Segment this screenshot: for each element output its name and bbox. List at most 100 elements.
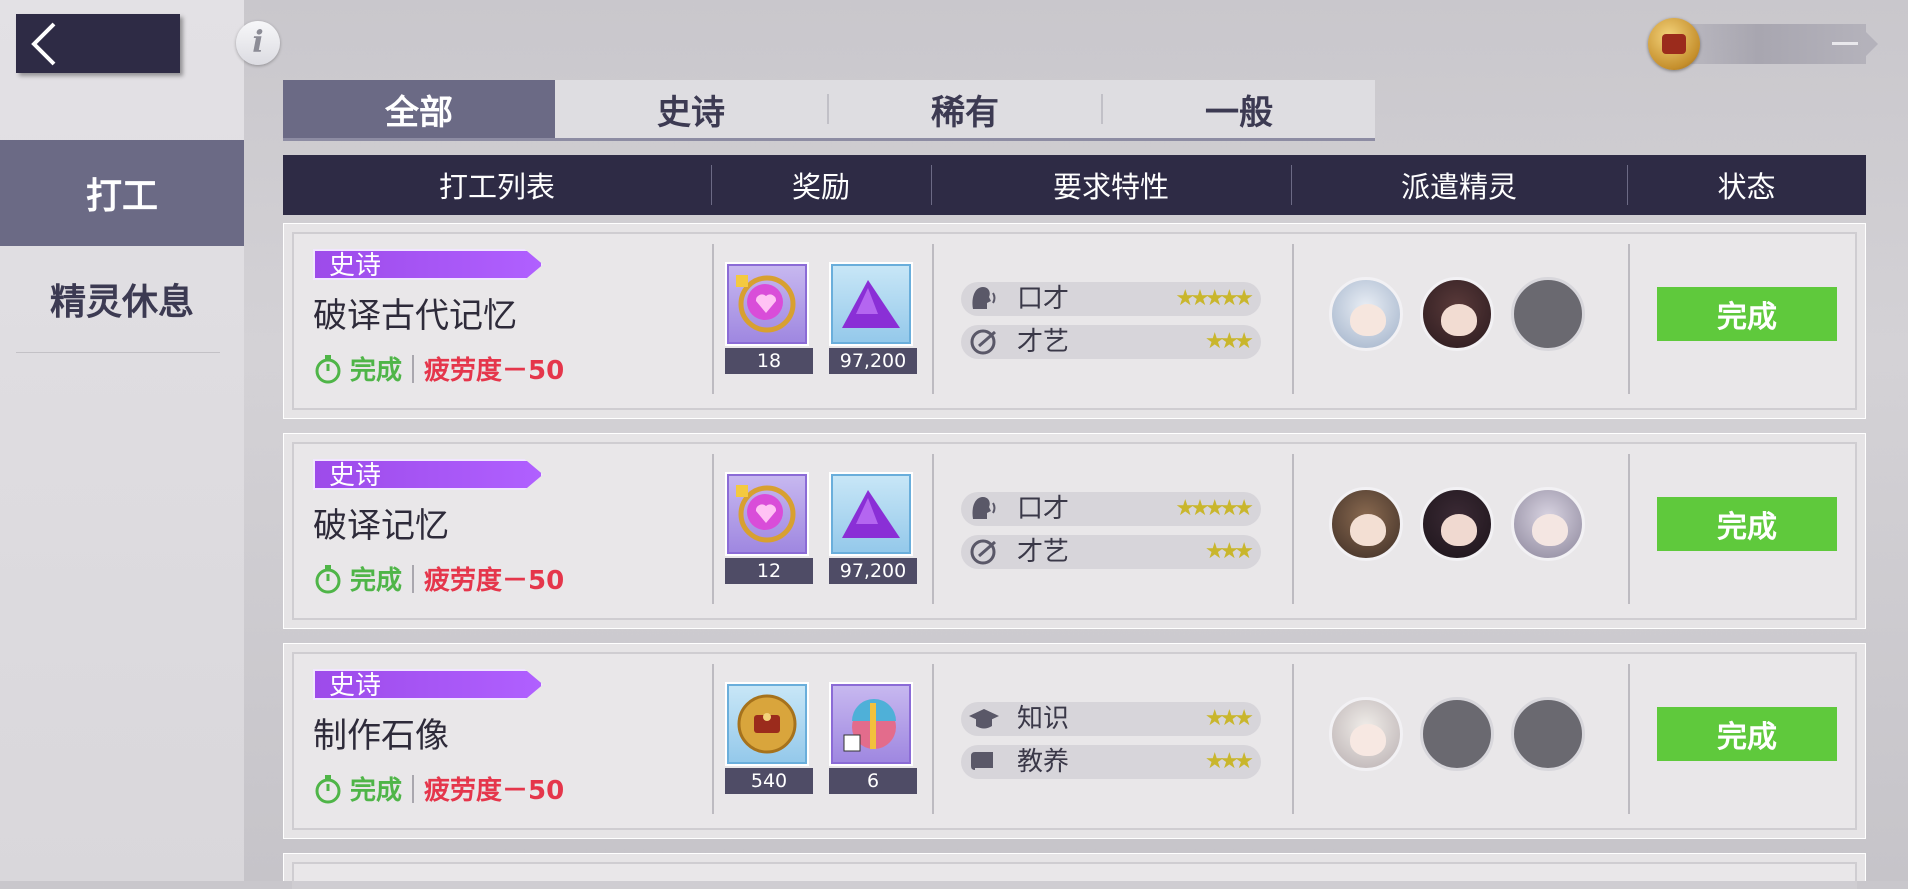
reward-qty: 97,200 xyxy=(829,558,917,584)
spirit-avatar[interactable] xyxy=(1329,277,1403,351)
complete-button[interactable]: 完成 xyxy=(1657,707,1837,761)
header-work-list: 打工列表 xyxy=(438,170,555,204)
back-button[interactable] xyxy=(16,14,180,73)
reward-qty: 97,200 xyxy=(829,348,917,374)
column-separator xyxy=(1628,664,1630,814)
reward-qty: 18 xyxy=(725,348,813,374)
column-separator xyxy=(932,664,934,814)
reward-qty: 540 xyxy=(725,768,813,794)
gold-coin-icon xyxy=(725,682,809,766)
divider xyxy=(412,354,415,383)
reward-item[interactable]: 540 xyxy=(725,682,813,794)
trait-name: 才艺 xyxy=(1017,537,1070,567)
speaking-head-icon xyxy=(972,497,996,519)
spirit-avatar[interactable] xyxy=(1329,487,1403,561)
palette-icon xyxy=(970,539,996,565)
reward-item[interactable]: 6 xyxy=(829,682,917,794)
minus-icon[interactable] xyxy=(1832,42,1858,45)
sidebar-item-work[interactable]: 打工 xyxy=(0,140,244,246)
trait-requirement: 知识 ★★★ xyxy=(961,702,1261,736)
sidebar-item-rest[interactable]: 精灵休息 xyxy=(0,246,244,352)
complete-text: 完成 xyxy=(350,776,403,806)
spirit-avatar[interactable] xyxy=(1420,487,1494,561)
column-separator xyxy=(1292,244,1294,394)
rarity-tabs: 全部 史诗 稀有 一般 xyxy=(283,80,1375,141)
column-separator xyxy=(1628,454,1630,604)
trait-stars: ★★★★★ xyxy=(1175,286,1254,311)
info-icon[interactable]: i xyxy=(236,21,280,65)
trait-stars: ★★★ xyxy=(1204,539,1254,564)
spirit-avatar[interactable] xyxy=(1511,487,1585,561)
heart-compass-icon xyxy=(725,472,809,556)
trait-stars: ★★★★★ xyxy=(1175,496,1254,521)
timer-icon xyxy=(315,354,341,383)
fatigue-cost: 疲劳度－50 xyxy=(424,776,565,806)
trait-requirement: 口才 ★★★★★ xyxy=(961,282,1261,316)
trait-requirement: 才艺 ★★★ xyxy=(961,535,1261,569)
tab-epic[interactable]: 史诗 xyxy=(555,80,827,138)
timer-icon xyxy=(315,564,341,593)
column-separator xyxy=(932,454,934,604)
trait-stars: ★★★ xyxy=(1204,329,1254,354)
header-status: 状态 xyxy=(1717,170,1776,204)
purple-crystal-pile-icon xyxy=(829,262,913,346)
reward-qty: 12 xyxy=(725,558,813,584)
reward-item[interactable]: 97,200 xyxy=(829,472,917,584)
rarity-badge: 史诗 xyxy=(313,459,543,490)
trait-name: 才艺 xyxy=(1017,327,1070,357)
purple-crystal-pile-icon xyxy=(829,472,913,556)
divider xyxy=(16,352,220,353)
table-row[interactable]: 史诗 破译记忆 完成 疲劳度－50 12 97,200 口才 ★★★★★ 才艺 … xyxy=(283,433,1866,629)
column-separator xyxy=(712,244,714,394)
sidebar: 打工 精灵休息 xyxy=(0,0,244,881)
chevron-left-icon xyxy=(31,22,56,65)
heart-compass-icon xyxy=(725,262,809,346)
trait-stars: ★★★ xyxy=(1204,749,1254,774)
reward-item[interactable]: 18 xyxy=(725,262,813,374)
book-icon xyxy=(971,752,993,772)
tab-common[interactable]: 一般 xyxy=(1103,80,1375,138)
trait-stars: ★★★ xyxy=(1204,706,1254,731)
column-separator xyxy=(1628,244,1630,394)
table-row[interactable]: 史诗 制作石像 完成 疲劳度－50 540 6 知识 ★★★ 教养 ★★★ 完成 xyxy=(283,643,1866,839)
fatigue-cost: 疲劳度－50 xyxy=(424,356,565,386)
reward-qty: 6 xyxy=(829,768,917,794)
sidebar-item-label: 精灵休息 xyxy=(49,282,194,323)
fatigue-cost: 疲劳度－50 xyxy=(424,566,565,596)
task-status: 完成 疲劳度－50 xyxy=(314,770,564,807)
table-row[interactable]: 史诗 破译古代记忆 完成 疲劳度－50 18 97,200 口才 ★★★★★ 才… xyxy=(283,223,1866,419)
column-separator xyxy=(712,454,714,604)
table-row[interactable] xyxy=(283,853,1866,889)
empty-spirit-slot[interactable] xyxy=(1511,277,1585,351)
column-separator xyxy=(1292,664,1294,814)
currency-tip xyxy=(1866,32,1878,56)
empty-spirit-slot[interactable] xyxy=(1511,697,1585,771)
task-name: 破译记忆 xyxy=(313,506,449,546)
tab-all[interactable]: 全部 xyxy=(283,80,555,138)
tab-label: 一般 xyxy=(1205,92,1273,133)
complete-button[interactable]: 完成 xyxy=(1657,497,1837,551)
complete-text: 完成 xyxy=(350,356,403,386)
complete-button[interactable]: 完成 xyxy=(1657,287,1837,341)
trait-requirement: 才艺 ★★★ xyxy=(961,325,1261,359)
task-status: 完成 疲劳度－50 xyxy=(314,350,564,387)
spirit-avatar[interactable] xyxy=(1420,277,1494,351)
spirit-avatar[interactable] xyxy=(1329,697,1403,771)
tab-label: 全部 xyxy=(385,92,453,133)
empty-spirit-slot[interactable] xyxy=(1420,697,1494,771)
speaking-head-icon xyxy=(972,287,996,309)
complete-text: 完成 xyxy=(350,566,403,596)
trait-requirement: 教养 ★★★ xyxy=(961,745,1261,779)
rarity-badge: 史诗 xyxy=(313,669,543,700)
task-name: 制作石像 xyxy=(313,716,449,756)
column-separator xyxy=(712,664,714,814)
sidebar-item-label: 打工 xyxy=(85,176,158,217)
trait-name: 知识 xyxy=(1017,704,1070,734)
divider xyxy=(412,564,415,593)
tab-label: 史诗 xyxy=(657,92,725,133)
reward-item[interactable]: 12 xyxy=(725,472,813,584)
reward-item[interactable]: 97,200 xyxy=(829,262,917,374)
task-status: 完成 疲劳度－50 xyxy=(314,560,564,597)
tab-label: 稀有 xyxy=(931,92,999,133)
tab-rare[interactable]: 稀有 xyxy=(829,80,1101,138)
